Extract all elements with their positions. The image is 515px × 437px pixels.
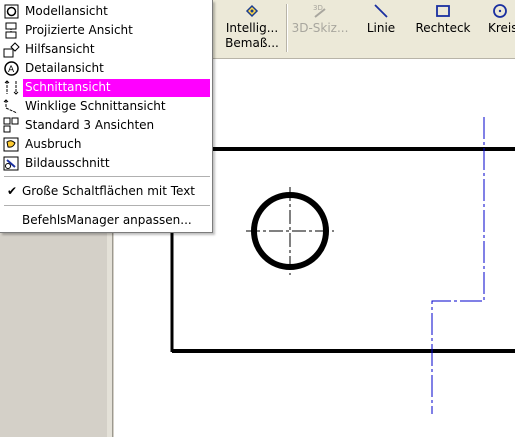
menu-item-label: Hilfsansicht	[25, 42, 95, 56]
menu-item-aligned-section-view[interactable]: Winklige Schnittansicht	[0, 97, 212, 116]
menu-item-label: Bildausschnitt	[25, 156, 110, 170]
section-view-icon	[3, 79, 20, 96]
menu-item-label: Standard 3 Ansichten	[25, 118, 155, 132]
menu-item-projected-view[interactable]: Projizierte Ansicht	[0, 21, 212, 40]
model-view-icon	[3, 3, 20, 20]
auxiliary-view-icon	[3, 41, 20, 58]
3d-sketch-label: 3D-Skiz...	[291, 21, 349, 35]
rectangle-icon	[434, 2, 452, 20]
broken-out-icon	[3, 136, 20, 153]
svg-text:A: A	[8, 65, 15, 75]
menu-item-label: Große Schaltflächen mit Text	[22, 184, 196, 198]
menu-item-label: Ausbruch	[25, 137, 82, 151]
aligned-section-view-icon	[3, 98, 20, 115]
line-label: Linie	[366, 21, 396, 35]
menu-item-label: BefehlsManager anpassen...	[22, 213, 192, 227]
menu-item-auxiliary-view[interactable]: Hilfsansicht	[0, 40, 212, 59]
detail-view-icon: A	[3, 60, 20, 77]
menu-separator	[4, 205, 210, 206]
checkmark-icon: ✔	[7, 184, 18, 198]
section-cut-line[interactable]	[431, 117, 485, 414]
rectangle-label: Rechteck	[415, 21, 471, 35]
drawing-views-menu: Modellansicht Projizierte Ansicht Hilfsa…	[0, 0, 213, 233]
circle-button[interactable]: Kreis	[485, 2, 515, 54]
menu-item-section-view[interactable]: Schnittansicht	[0, 78, 212, 97]
rectangle-button[interactable]: Rechteck	[413, 2, 473, 54]
toolbar-separator	[286, 4, 288, 52]
menu-item-label: Projizierte Ansicht	[25, 23, 133, 37]
projected-view-icon	[3, 22, 20, 39]
circle-label: Kreis	[488, 21, 515, 35]
menu-item-customize-commandmanager[interactable]: BefehlsManager anpassen...	[0, 211, 212, 230]
line-icon	[372, 2, 390, 20]
3d-sketch-button[interactable]: 3D 3D-Skiz...	[290, 2, 350, 54]
smart-dimension-icon	[244, 2, 260, 20]
menu-item-label: Winklige Schnittansicht	[25, 99, 166, 113]
menu-item-crop-view[interactable]: Bildausschnitt	[0, 154, 212, 173]
smart-dimension-label-2: Bemaß...	[225, 36, 279, 50]
menu-item-label: Detailansicht	[25, 61, 104, 75]
line-button[interactable]: Linie	[360, 2, 402, 54]
3d-sketch-icon: 3D	[311, 2, 329, 20]
menu-item-label: Schnittansicht	[25, 80, 111, 94]
menu-separator	[4, 176, 210, 177]
menu-item-detail-view[interactable]: A Detailansicht	[0, 59, 212, 78]
menu-item-model-view[interactable]: Modellansicht	[0, 2, 212, 21]
circle-icon	[485, 2, 515, 20]
crop-icon	[3, 155, 20, 172]
menu-item-large-buttons-with-text[interactable]: ✔ Große Schaltflächen mit Text	[0, 182, 212, 201]
smart-dimension-label-1: Intellig...	[225, 21, 279, 35]
menu-item-label: Modellansicht	[25, 4, 108, 18]
menu-item-standard-3-views[interactable]: Standard 3 Ansichten	[0, 116, 212, 135]
menu-item-broken-out[interactable]: Ausbruch	[0, 135, 212, 154]
standard-3-views-icon	[3, 117, 20, 134]
smart-dimension-button[interactable]: Intellig... Bemaß...	[222, 2, 282, 54]
